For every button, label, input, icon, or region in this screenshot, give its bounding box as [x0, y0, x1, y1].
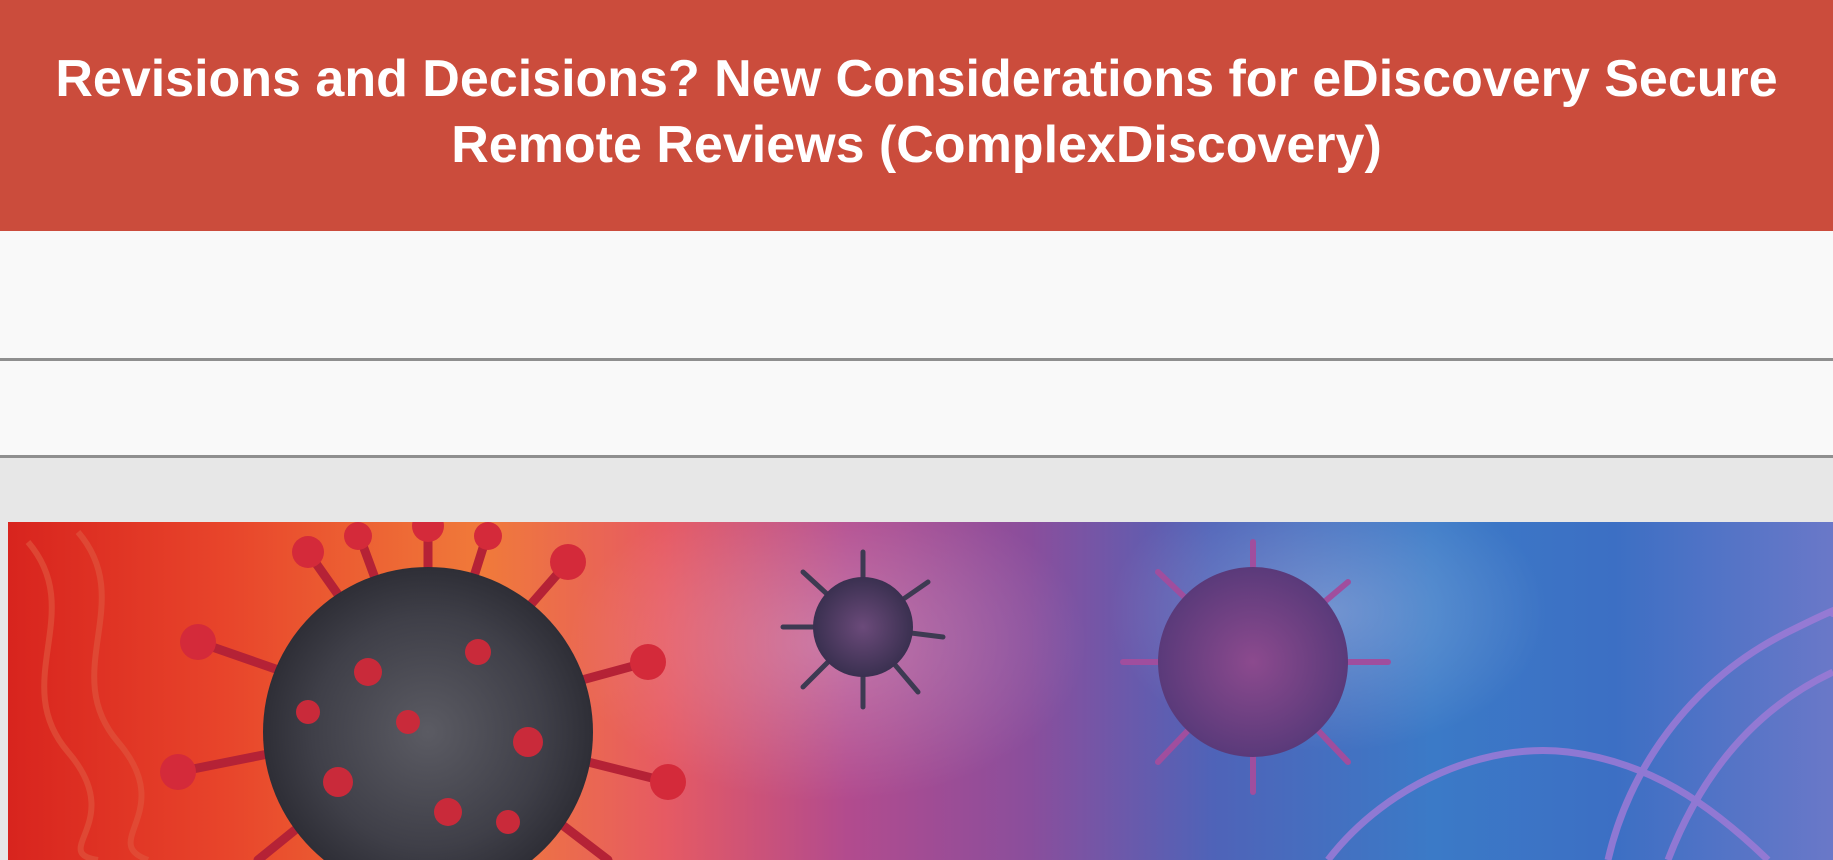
page: Revisions and Decisions? New Considerati… [0, 0, 1833, 860]
virus-illustration [25, 522, 1833, 860]
blank-panel-middle [0, 361, 1833, 455]
article-title: Revisions and Decisions? New Considerati… [0, 46, 1833, 178]
article-title-line-1: Revisions and Decisions? New Considerati… [55, 50, 1778, 108]
article-title-line-2: Remote Reviews (ComplexDiscovery) [451, 116, 1382, 174]
article-title-banner: Revisions and Decisions? New Considerati… [0, 0, 1833, 231]
hero-image [8, 522, 1833, 860]
blank-panel-top [0, 231, 1833, 359]
